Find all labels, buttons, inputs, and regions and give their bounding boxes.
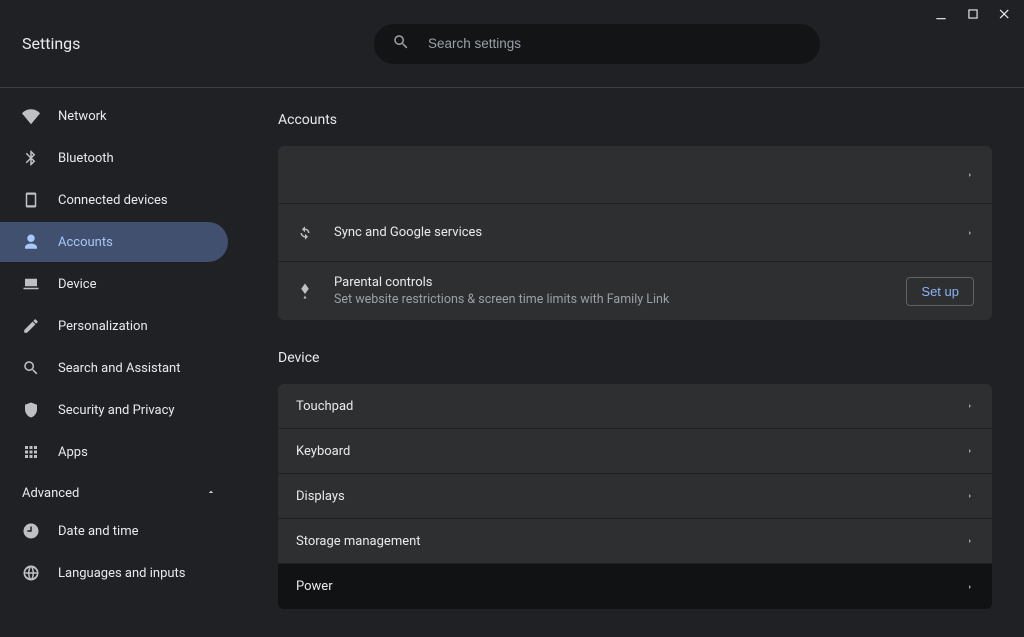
sync-services-row[interactable]: Sync and Google services <box>278 204 992 262</box>
sidebar-item-date-time[interactable]: Date and time <box>0 511 228 551</box>
sidebar-item-label: Search and Assistant <box>58 361 181 376</box>
device-row-storage[interactable]: Storage management <box>278 519 992 564</box>
sidebar-item-connected-devices[interactable]: Connected devices <box>0 180 228 220</box>
globe-icon <box>22 564 40 582</box>
device-row-keyboard[interactable]: Keyboard <box>278 429 992 474</box>
sidebar-item-accounts[interactable]: Accounts <box>0 222 228 262</box>
advanced-toggle[interactable]: Advanced <box>0 474 238 509</box>
wifi-icon <box>22 107 40 125</box>
sidebar-item-label: Languages and inputs <box>58 566 186 581</box>
main-content: Accounts Sync and Google services Parent… <box>238 88 1024 637</box>
app-header: Settings <box>0 0 1024 88</box>
chevron-up-icon <box>206 486 216 501</box>
sidebar-item-security[interactable]: Security and Privacy <box>0 390 228 430</box>
chevron-right-icon <box>966 170 974 180</box>
parental-controls-row[interactable]: Parental controls Set website restrictio… <box>278 262 992 320</box>
sidebar: Network Bluetooth Connected devices Acco… <box>0 88 238 637</box>
bluetooth-icon <box>22 149 40 167</box>
device-row-label: Keyboard <box>296 444 966 459</box>
kite-icon <box>296 282 334 300</box>
close-icon[interactable] <box>998 7 1012 21</box>
device-row-power[interactable]: Power <box>278 564 992 609</box>
section-title-device: Device <box>278 350 992 366</box>
device-row-label: Displays <box>296 489 966 504</box>
chevron-right-icon <box>966 401 974 411</box>
sidebar-item-network[interactable]: Network <box>0 96 228 136</box>
laptop-icon <box>22 275 40 293</box>
minimize-icon[interactable] <box>934 7 948 21</box>
device-row-label: Touchpad <box>296 399 966 414</box>
sidebar-item-label: Security and Privacy <box>58 403 175 418</box>
section-title-accounts: Accounts <box>278 112 992 128</box>
search-input[interactable] <box>428 36 802 51</box>
search-icon <box>392 33 410 55</box>
sidebar-item-label: Connected devices <box>58 193 168 208</box>
device-card: Touchpad Keyboard Displays Storage manag… <box>278 384 992 609</box>
phone-icon <box>22 191 40 209</box>
chevron-right-icon <box>966 536 974 546</box>
chevron-right-icon <box>966 228 974 238</box>
sidebar-item-label: Apps <box>58 445 88 460</box>
sidebar-item-label: Bluetooth <box>58 151 114 166</box>
device-row-touchpad[interactable]: Touchpad <box>278 384 992 429</box>
sidebar-item-label: Accounts <box>58 235 113 250</box>
sidebar-item-label: Network <box>58 109 107 124</box>
shield-icon <box>22 401 40 419</box>
accounts-card: Sync and Google services Parental contro… <box>278 146 992 320</box>
chevron-right-icon <box>966 582 974 592</box>
device-row-displays[interactable]: Displays <box>278 474 992 519</box>
device-row-label: Power <box>296 579 966 594</box>
sidebar-item-search-assistant[interactable]: Search and Assistant <box>0 348 228 388</box>
advanced-label: Advanced <box>22 486 79 501</box>
sidebar-item-label: Date and time <box>58 524 139 539</box>
sidebar-item-label: Device <box>58 277 97 292</box>
sidebar-item-label: Personalization <box>58 319 148 334</box>
sidebar-item-device[interactable]: Device <box>0 264 228 304</box>
parental-title: Parental controls <box>334 275 890 290</box>
apps-icon <box>22 443 40 461</box>
setup-button[interactable]: Set up <box>906 277 974 306</box>
sync-icon <box>296 224 334 242</box>
device-row-label: Storage management <box>296 534 966 549</box>
account-profile-row[interactable] <box>278 146 992 204</box>
search-field[interactable] <box>374 24 820 64</box>
magnifier-icon <box>22 359 40 377</box>
chevron-right-icon <box>966 491 974 501</box>
sidebar-item-apps[interactable]: Apps <box>0 432 228 472</box>
clock-icon <box>22 522 40 540</box>
parental-subtitle: Set website restrictions & screen time l… <box>334 292 890 307</box>
app-title: Settings <box>0 34 278 53</box>
sidebar-item-bluetooth[interactable]: Bluetooth <box>0 138 228 178</box>
person-icon <box>22 233 40 251</box>
pencil-icon <box>22 317 40 335</box>
sidebar-item-personalization[interactable]: Personalization <box>0 306 228 346</box>
sidebar-item-languages[interactable]: Languages and inputs <box>0 553 228 593</box>
maximize-icon[interactable] <box>966 7 980 21</box>
window-controls <box>922 0 1024 28</box>
chevron-right-icon <box>966 446 974 456</box>
sync-services-label: Sync and Google services <box>334 225 966 240</box>
